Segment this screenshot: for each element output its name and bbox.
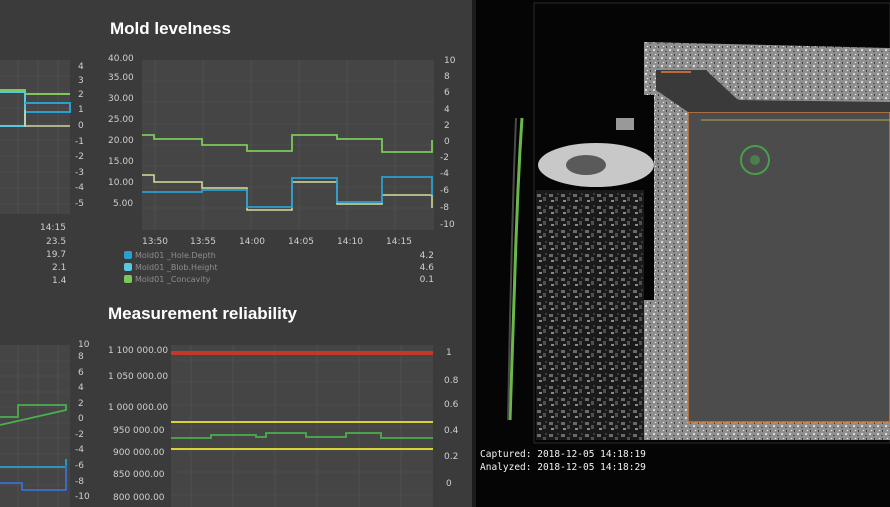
levelness-title: Mold levelness (110, 19, 231, 38)
checkbox-icon[interactable] (124, 263, 132, 271)
reliability-chart (171, 345, 433, 507)
mold-camera-image (507, 2, 890, 444)
legend-item[interactable]: Mold01 _Hole.Depth 4.2 (124, 251, 434, 262)
camera-view: Captured: 2018-12-05 14:18:19 Analyzed: … (476, 0, 890, 507)
reliability-partial-right-axis: 10 8 6 4 2 0 -2 -4 -6 -8 -10 (75, 340, 90, 502)
levelness-partial-value: 23.5 (46, 237, 67, 247)
levelness-right-axis: 10 8 6 4 2 0 -2 -4 -6 -8 -10 (440, 56, 456, 230)
levelness-partial-value: 2.1 (52, 263, 67, 273)
reliability-left-axis: 1 100 000.00 1 050 000.00 1 000 000.00 9… (108, 346, 169, 503)
legend-item[interactable]: Mold01 _Concavity 0.1 (124, 275, 434, 286)
levelness-partial-time-tick: 14:15 (40, 223, 66, 233)
reliability-partial-chart (0, 345, 70, 507)
dashboard-panel: 4 3 2 1 0 -1 -2 -3 -4 -5 14:15 23.5 19.7… (0, 0, 472, 507)
levelness-left-axis: 40.00 35.00 30.00 25.00 20.00 15.00 10.0… (108, 54, 134, 209)
levelness-partial-value: 1.4 (52, 276, 67, 286)
levelness-partial-value: 19.7 (46, 250, 67, 260)
reliability-right-axis: 1 0.8 0.6 0.4 0.2 0 (444, 348, 459, 489)
reliability-title: Measurement reliability (108, 304, 297, 323)
levelness-time-axis: 13:50 13:55 14:00 14:05 14:10 14:15 (142, 237, 412, 247)
checkbox-icon[interactable] (124, 251, 132, 259)
captured-timestamp: Captured: 2018-12-05 14:18:19 (480, 449, 646, 460)
levelness-partial-right-axis: 4 3 2 1 0 -1 -2 -3 -4 -5 (75, 62, 84, 209)
levelness-chart (142, 60, 434, 230)
analyzed-timestamp: Analyzed: 2018-12-05 14:18:29 (480, 462, 646, 473)
legend-item[interactable]: Mold01 _Blob.Height 4.6 (124, 263, 434, 274)
checkbox-icon[interactable] (124, 275, 132, 283)
